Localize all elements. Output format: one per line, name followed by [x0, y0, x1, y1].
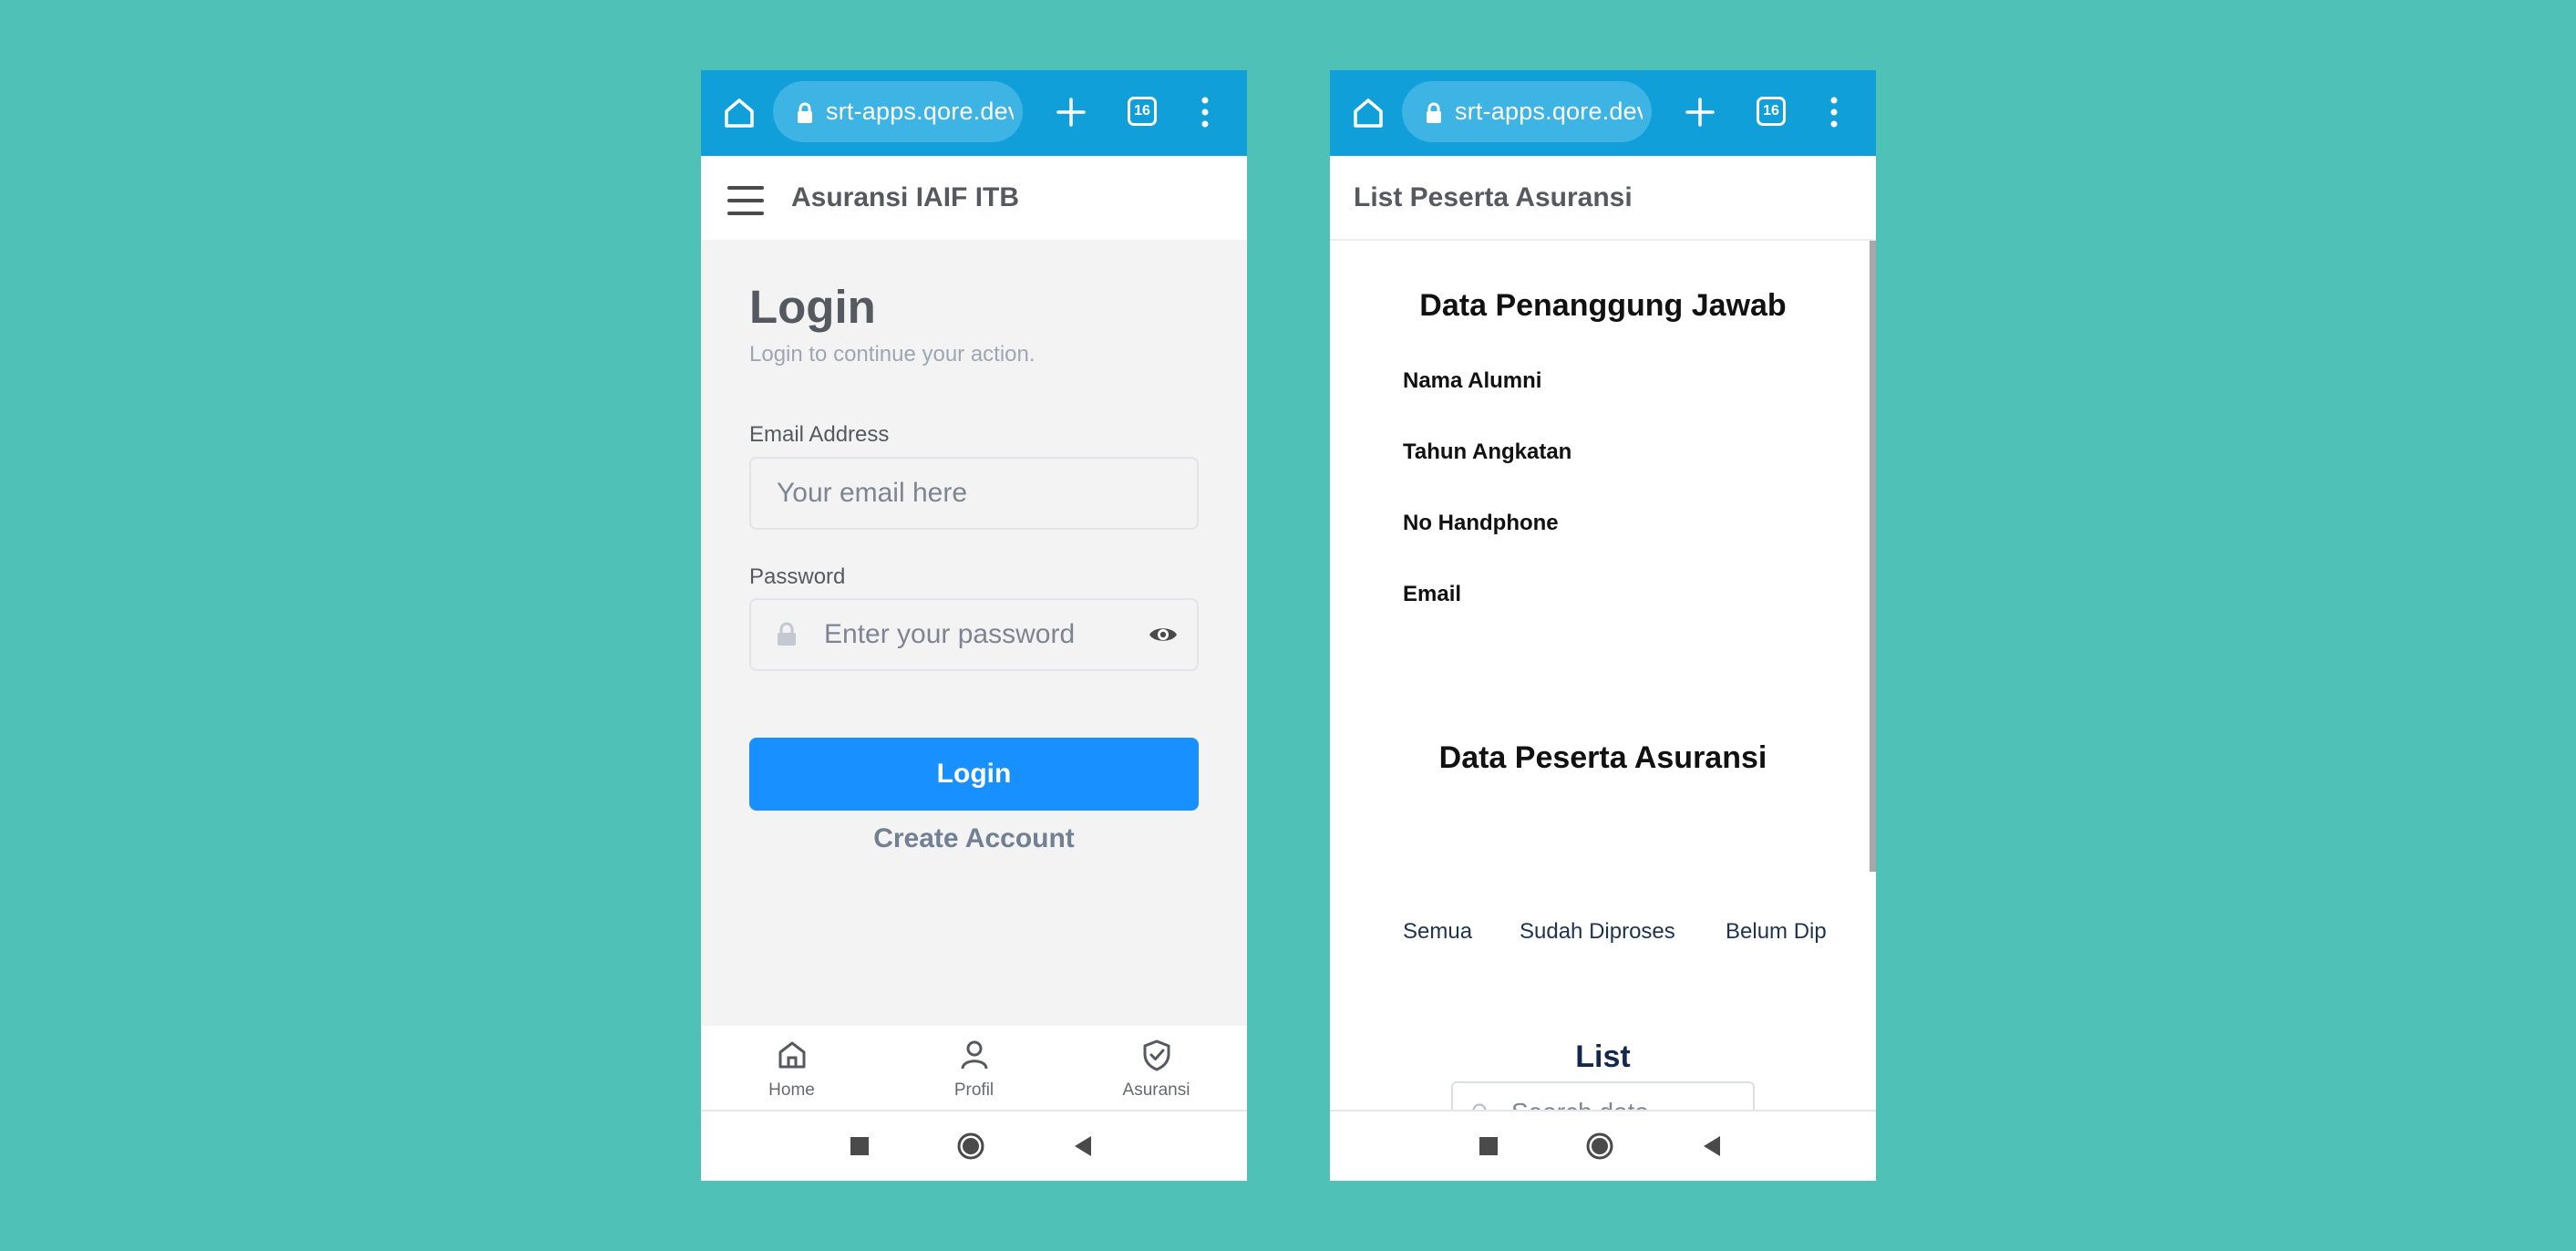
create-account-link[interactable]: Create Account [701, 823, 1247, 854]
new-tab-icon[interactable] [1684, 96, 1716, 129]
lock-icon [778, 622, 796, 646]
address-bar[interactable]: srt-apps.qore.dev [1402, 81, 1652, 142]
user-icon [961, 1040, 988, 1070]
page-title: Login [749, 281, 876, 333]
nav-profil[interactable]: Profil [883, 1026, 1065, 1110]
more-vert-icon[interactable] [1198, 94, 1212, 130]
system-nav-bar [1330, 1110, 1876, 1181]
section-title-penanggung-jawab: Data Penanggung Jawab [1419, 288, 1787, 323]
page-header: List Peserta Asuransi [1330, 156, 1876, 241]
back-icon[interactable] [1702, 1135, 1722, 1157]
url-text: srt-apps.qore.dev [1455, 98, 1643, 125]
shield-check-icon [1143, 1039, 1170, 1071]
tab-count: 16 [1134, 103, 1150, 119]
password-label: Password [749, 564, 846, 589]
system-nav-bar [701, 1110, 1247, 1181]
login-button[interactable]: Login [749, 738, 1199, 811]
tab-belum-diproses[interactable]: Belum Dip [1726, 919, 1827, 945]
nav-home[interactable]: Home [701, 1026, 882, 1110]
field-no-handphone: No Handphone [1403, 511, 1559, 535]
list-title: List [1575, 1039, 1631, 1074]
scrollbar[interactable] [1870, 241, 1876, 872]
tab-sudah-diproses[interactable]: Sudah Diproses [1520, 919, 1675, 945]
search-icon [1472, 1103, 1487, 1110]
tab-count: 16 [1763, 103, 1779, 119]
back-icon[interactable] [1073, 1135, 1093, 1157]
section-title-peserta-asuransi: Data Peserta Asuransi [1438, 740, 1767, 775]
home-icon[interactable] [721, 95, 757, 131]
nav-home-label: Home [768, 1080, 815, 1100]
browser-toolbar: srt-apps.qore.dev 16 [701, 70, 1247, 156]
url-text: srt-apps.qore.dev [826, 98, 1014, 125]
home-icon[interactable] [1350, 95, 1386, 131]
app-header: Asuransi IAIF ITB [701, 156, 1247, 240]
password-field[interactable] [824, 600, 1134, 669]
lock-icon [1427, 102, 1441, 123]
page-subtitle: Login to continue your action. [749, 342, 1036, 367]
nav-asuransi-label: Asuransi [1122, 1080, 1190, 1100]
browser-toolbar: srt-apps.qore.dev 16 [1330, 70, 1876, 156]
field-nama-alumni: Nama Alumni [1403, 368, 1542, 393]
email-field[interactable] [777, 459, 1178, 528]
login-form: Login Login to continue your action. Ema… [701, 240, 1247, 1026]
scroll-content: Data Penanggung Jawab Nama Alumni Tahun … [1330, 241, 1876, 1110]
eye-icon[interactable] [1148, 623, 1179, 646]
lock-icon [798, 102, 812, 123]
email-field-container [749, 457, 1199, 530]
nav-asuransi[interactable]: Asuransi [1066, 1026, 1247, 1110]
home-circle-icon[interactable] [1586, 1132, 1613, 1160]
app-title: Asuransi IAIF ITB [791, 182, 1020, 212]
field-tahun-angkatan: Tahun Angkatan [1403, 439, 1572, 464]
tab-switcher-button[interactable]: 16 [1757, 97, 1786, 126]
bottom-nav: Home Profil Asuransi [701, 1026, 1247, 1110]
page-title: List Peserta Asuransi [1354, 182, 1633, 212]
search-input[interactable] [1511, 1083, 1739, 1110]
address-bar[interactable]: srt-apps.qore.dev [773, 81, 1023, 142]
tab-semua[interactable]: Semua [1403, 919, 1472, 945]
recents-icon[interactable] [1479, 1137, 1498, 1155]
new-tab-icon[interactable] [1055, 96, 1087, 129]
menu-icon[interactable] [727, 186, 764, 215]
tab-switcher-button[interactable]: 16 [1128, 97, 1157, 126]
phone-list: srt-apps.qore.dev 16 List Peserta Asuran… [1330, 70, 1876, 1181]
phone-login: srt-apps.qore.dev 16 Asuransi IAIF ITB L… [701, 70, 1247, 1181]
email-label: Email Address [749, 422, 890, 447]
more-vert-icon[interactable] [1827, 94, 1841, 130]
home-circle-icon[interactable] [957, 1132, 984, 1160]
password-field-container [749, 598, 1199, 671]
recents-icon[interactable] [850, 1137, 869, 1155]
home-icon [778, 1041, 806, 1069]
nav-profil-label: Profil [953, 1080, 994, 1100]
search-container [1451, 1081, 1755, 1110]
field-email: Email [1403, 582, 1462, 606]
